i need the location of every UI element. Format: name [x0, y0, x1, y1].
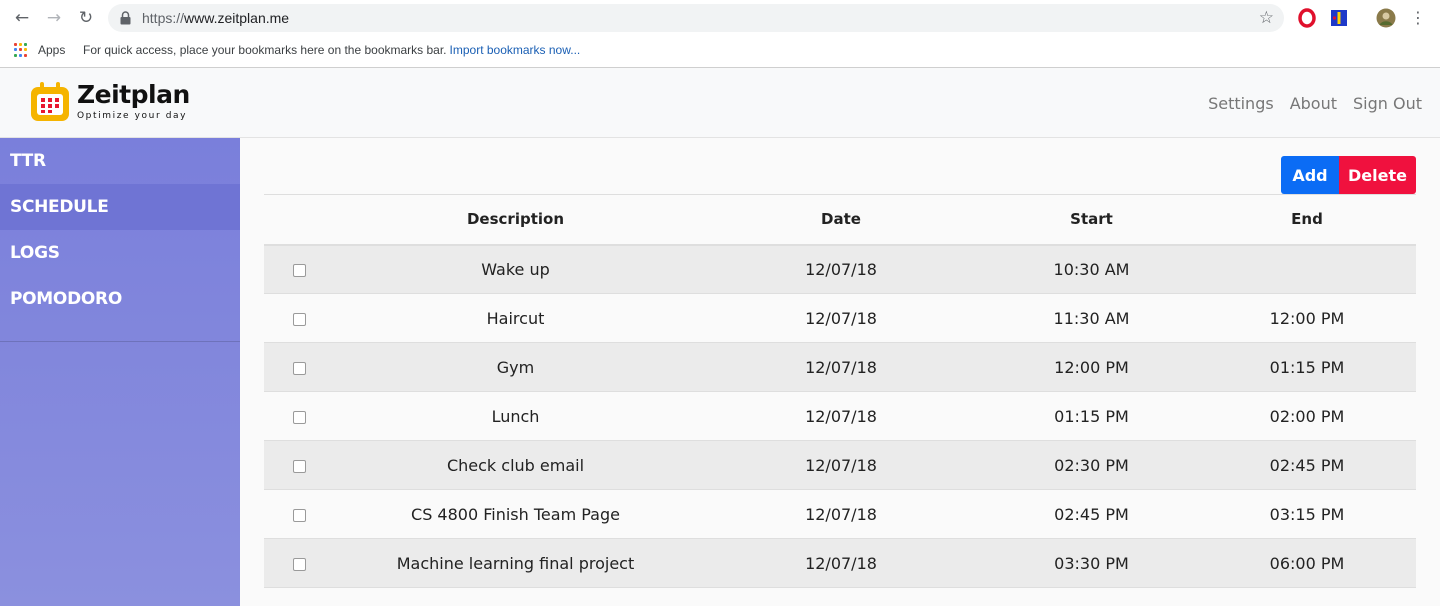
cell-date: 12/07/18: [805, 357, 877, 377]
row-checkbox[interactable]: [292, 312, 306, 326]
nav-sign-out[interactable]: Sign Out: [1353, 94, 1422, 113]
back-arrow-icon[interactable]: ←: [12, 8, 32, 28]
logo[interactable]: Zeitplan Optimize your day: [29, 80, 199, 126]
cell-start: 03:30 PM: [1054, 553, 1129, 573]
cell-date: 12/07/18: [805, 259, 877, 279]
cell-end: 06:00 PM: [1269, 553, 1345, 573]
schedule-table: Description Date Start End Wake up 12/07…: [264, 194, 1416, 588]
lock-icon: [120, 11, 131, 25]
cell-description: Haircut: [486, 308, 545, 328]
extension-icon[interactable]: [1329, 8, 1349, 28]
cell-date: 12/07/18: [805, 504, 877, 524]
cell-description: Check club email: [446, 455, 585, 475]
cell-end: 02:00 PM: [1269, 406, 1345, 426]
cell-date: 12/07/18: [805, 308, 877, 328]
cell-description: Gym: [496, 357, 535, 377]
top-nav: Settings About Sign Out: [1208, 68, 1422, 138]
cell-date: 12/07/18: [805, 553, 877, 573]
nav-about[interactable]: About: [1290, 94, 1337, 113]
cell-start: 02:30 PM: [1054, 455, 1129, 475]
table-row[interactable]: Machine learning final project 12/07/18 …: [264, 538, 1416, 588]
header-select: [264, 195, 334, 245]
bookmark-star-icon[interactable]: ☆: [1259, 8, 1274, 28]
browser-toolbar: ← → ↻ https://www.zeitplan.me ☆ ⋮: [0, 0, 1440, 36]
cell-description: Machine learning final project: [396, 553, 635, 573]
calendar-logo-icon: [31, 82, 69, 121]
cell-start: 02:45 PM: [1054, 504, 1129, 524]
app-header: Zeitplan Optimize your day Settings Abou…: [0, 68, 1440, 138]
import-bookmarks-link[interactable]: Import bookmarks now...: [450, 43, 581, 57]
table-header-row: Description Date Start End: [264, 194, 1416, 245]
menu-dots-icon[interactable]: ⋮: [1408, 8, 1428, 28]
table-row[interactable]: CS 4800 Finish Team Page 12/07/18 02:45 …: [264, 490, 1416, 539]
apps-grid-icon[interactable]: [14, 43, 28, 57]
cell-end: 12:00 PM: [1269, 308, 1345, 328]
header-end: End: [1291, 210, 1323, 229]
cell-date: 12/07/18: [805, 455, 877, 475]
table-row[interactable]: Haircut 12/07/18 11:30 AM 12:00 PM: [264, 294, 1416, 343]
row-checkbox[interactable]: [292, 557, 306, 571]
bookmarks-bar: Apps For quick access, place your bookma…: [0, 38, 1440, 62]
row-checkbox[interactable]: [292, 263, 306, 277]
cell-start: 01:15 PM: [1054, 406, 1129, 426]
cell-date: 12/07/18: [805, 406, 877, 426]
sidebar: TTR SCHEDULE LOGS POMODORO: [0, 138, 240, 606]
table-row[interactable]: Lunch 12/07/18 01:15 PM 02:00 PM: [264, 392, 1416, 441]
cell-end: 02:45 PM: [1269, 455, 1345, 475]
header-start: Start: [1070, 210, 1113, 229]
sidebar-item-pomodoro[interactable]: POMODORO: [0, 276, 240, 322]
cell-description: Wake up: [481, 259, 550, 279]
bookmarks-hint: For quick access, place your bookmarks h…: [83, 43, 581, 57]
add-button[interactable]: Add: [1281, 156, 1339, 194]
cell-end: [1198, 245, 1416, 294]
header-date: Date: [821, 210, 861, 229]
url-text: https://www.zeitplan.me: [142, 10, 290, 26]
cell-description: CS 4800 Finish Team Page: [411, 504, 620, 524]
schedule-panel: Add Delete Description Date Start End Wa…: [240, 138, 1440, 606]
table-row[interactable]: Gym 12/07/18 12:00 PM 01:15 PM: [264, 342, 1416, 392]
row-checkbox[interactable]: [292, 459, 306, 473]
app-tagline: Optimize your day: [77, 111, 188, 121]
sidebar-divider: [0, 341, 240, 342]
cell-description: Lunch: [491, 406, 540, 426]
table-row[interactable]: Wake up 12/07/18 10:30 AM: [264, 244, 1416, 294]
forward-arrow-icon[interactable]: →: [44, 8, 64, 28]
cell-end: 01:15 PM: [1269, 357, 1345, 377]
nav-settings[interactable]: Settings: [1208, 94, 1274, 113]
opera-extension-icon[interactable]: [1297, 8, 1317, 28]
cell-end: 03:15 PM: [1269, 504, 1345, 524]
row-checkbox[interactable]: [292, 361, 306, 375]
apps-label[interactable]: Apps: [38, 38, 65, 62]
delete-button[interactable]: Delete: [1339, 156, 1416, 194]
address-bar[interactable]: https://www.zeitplan.me ☆: [108, 4, 1284, 32]
sidebar-item-ttr[interactable]: TTR: [0, 138, 240, 184]
header-description: Description: [466, 210, 565, 229]
cell-start: 12:00 PM: [1054, 357, 1129, 377]
browser-chrome: ← → ↻ https://www.zeitplan.me ☆ ⋮ Apps F…: [0, 0, 1440, 68]
profile-avatar-icon[interactable]: [1376, 8, 1396, 28]
row-checkbox[interactable]: [292, 508, 306, 522]
app-name: Zeitplan: [77, 80, 190, 109]
table-row[interactable]: Check club email 12/07/18 02:30 PM 02:45…: [264, 440, 1416, 490]
row-checkbox[interactable]: [292, 410, 306, 424]
sidebar-item-schedule[interactable]: SCHEDULE: [0, 184, 240, 230]
sidebar-item-logs[interactable]: LOGS: [0, 230, 240, 276]
reload-icon[interactable]: ↻: [76, 8, 96, 28]
cell-start: 10:30 AM: [1053, 259, 1130, 279]
cell-start: 11:30 AM: [1053, 308, 1130, 328]
